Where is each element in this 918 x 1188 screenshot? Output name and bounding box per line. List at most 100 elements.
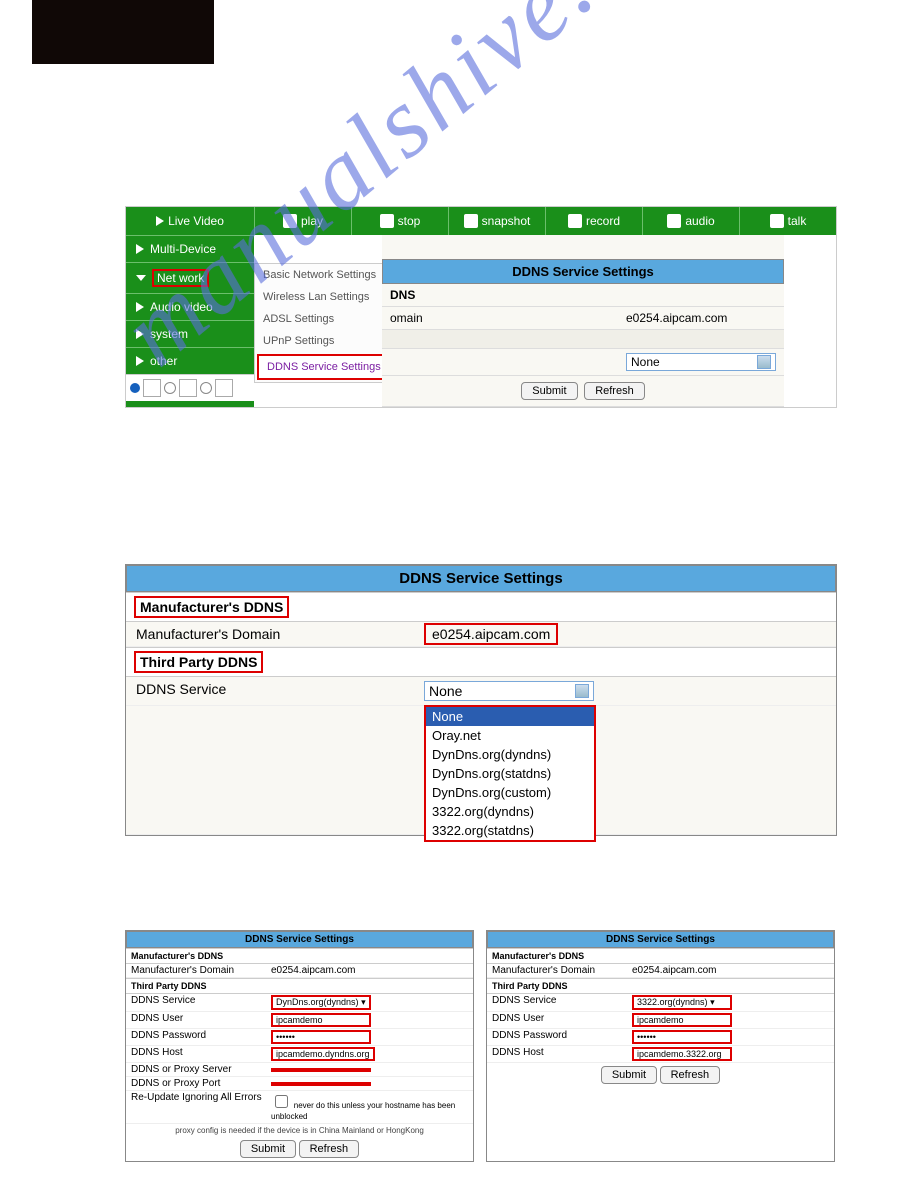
ddns-dyndns-example: DDNS Service Settings Manufacturer's DDN… bbox=[125, 930, 474, 1162]
sidebar-label: other bbox=[150, 354, 177, 368]
sidebar-item-audio-video[interactable]: Audio video bbox=[126, 293, 254, 320]
refresh-button[interactable]: Refresh bbox=[299, 1140, 360, 1158]
manufacturer-domain-value: e0254.aipcam.com bbox=[424, 623, 558, 645]
manufacturer-domain-label: Manufacturer's Domain bbox=[131, 965, 271, 976]
talk-button[interactable]: talk bbox=[740, 207, 836, 235]
sidebar-label: Multi-Device bbox=[150, 242, 216, 256]
sidebar-item-other[interactable]: other bbox=[126, 347, 254, 374]
view-circle-icon[interactable] bbox=[164, 382, 176, 394]
ddns-host-input[interactable]: ipcamdemo.dyndns.org bbox=[271, 1047, 375, 1061]
chevron-down-icon bbox=[757, 355, 771, 369]
sidebar-label: Net work bbox=[152, 269, 209, 287]
domain-label: omain bbox=[382, 307, 618, 329]
play-icon bbox=[156, 216, 164, 226]
proxy-port-input[interactable] bbox=[271, 1082, 371, 1086]
ddns-service-select[interactable]: 3322.org(dyndns) ▾ bbox=[632, 995, 732, 1010]
view-grid2-icon[interactable] bbox=[179, 379, 197, 397]
dropdown-option-dyndns[interactable]: DynDns.org(dyndns) bbox=[426, 745, 594, 764]
view-dot-icon[interactable] bbox=[130, 383, 140, 393]
live-video-label: Live Video bbox=[168, 214, 224, 228]
talk-icon bbox=[770, 214, 784, 228]
ddns-settings-screenshot-2: DDNS Service Settings Manufacturer's DDN… bbox=[125, 564, 837, 836]
proxy-note: proxy config is needed if the device is … bbox=[126, 1124, 473, 1137]
proxy-port-label: DDNS or Proxy Port bbox=[131, 1078, 271, 1089]
ddns-password-input[interactable]: •••••• bbox=[632, 1030, 732, 1044]
submit-button[interactable]: Submit bbox=[521, 382, 577, 400]
record-label: record bbox=[586, 214, 620, 228]
ddns-user-input[interactable]: ipcamdemo bbox=[271, 1013, 371, 1027]
third-party-ddns-header: Third Party DDNS bbox=[126, 978, 473, 994]
panel-title: DDNS Service Settings bbox=[126, 931, 473, 948]
toolbar: Live Video play stop snapshot record aud… bbox=[126, 207, 836, 235]
play-icon bbox=[283, 214, 297, 228]
arrow-icon bbox=[136, 302, 144, 312]
manufacturer-ddns-header: Manufacturer's DDNS bbox=[126, 948, 473, 964]
view-grid3-icon[interactable] bbox=[215, 379, 233, 397]
play-button[interactable]: play bbox=[255, 207, 352, 235]
sidebar: Multi-Device Net work Audio video system… bbox=[126, 235, 254, 407]
dropdown-option-custom[interactable]: DynDns.org(custom) bbox=[426, 783, 594, 802]
ddns-host-input[interactable]: ipcamdemo.3322.org bbox=[632, 1047, 732, 1061]
live-video-button[interactable]: Live Video bbox=[126, 207, 255, 235]
select-value: None bbox=[631, 355, 660, 369]
ddns-service-select[interactable]: None bbox=[424, 681, 594, 701]
submit-button[interactable]: Submit bbox=[601, 1066, 657, 1084]
ddns-service-select[interactable]: None bbox=[626, 353, 776, 371]
dropdown-option-statdns[interactable]: DynDns.org(statdns) bbox=[426, 764, 594, 783]
ddns-user-input[interactable]: ipcamdemo bbox=[632, 1013, 732, 1027]
manufacturer-domain-value: e0254.aipcam.com bbox=[632, 965, 829, 976]
play-label: play bbox=[301, 214, 323, 228]
ddns-password-label: DDNS Password bbox=[492, 1030, 632, 1044]
sidebar-item-multi-device[interactable]: Multi-Device bbox=[126, 235, 254, 262]
dropdown-option-3322-statdns[interactable]: 3322.org(statdns) bbox=[426, 821, 594, 840]
domain-value: e0254.aipcam.com bbox=[618, 307, 784, 329]
ddns-service-label: DDNS Service bbox=[136, 681, 424, 701]
ddns-password-label: DDNS Password bbox=[131, 1030, 271, 1044]
panel-title: DDNS Service Settings bbox=[487, 931, 834, 948]
audio-icon bbox=[667, 214, 681, 228]
ddns-password-input[interactable]: •••••• bbox=[271, 1030, 371, 1044]
record-icon bbox=[568, 214, 582, 228]
talk-label: talk bbox=[788, 214, 807, 228]
chevron-down-icon bbox=[575, 684, 589, 698]
ddns-host-label: DDNS Host bbox=[492, 1047, 632, 1061]
third-party-ddns-header: Third Party DDNS bbox=[126, 647, 836, 677]
submit-button[interactable]: Submit bbox=[240, 1140, 296, 1158]
black-header-box bbox=[32, 0, 214, 64]
panel-title: DDNS Service Settings bbox=[126, 565, 836, 592]
ddns-service-select[interactable]: DynDns.org(dyndns) ▾ bbox=[271, 995, 371, 1010]
arrow-icon bbox=[136, 244, 144, 254]
sidebar-item-system[interactable]: system bbox=[126, 320, 254, 347]
ddns-user-label: DDNS User bbox=[492, 1013, 632, 1027]
dropdown-option-3322-dyndns[interactable]: 3322.org(dyndns) bbox=[426, 802, 594, 821]
manufacturer-ddns-header: Manufacturer's DDNS bbox=[487, 948, 834, 964]
audio-button[interactable]: audio bbox=[643, 207, 740, 235]
ddns-service-label: DDNS Service bbox=[492, 995, 632, 1010]
camera-icon bbox=[464, 214, 478, 228]
ddns-service-label: DDNS Service bbox=[131, 995, 271, 1010]
stop-icon bbox=[380, 214, 394, 228]
stop-button[interactable]: stop bbox=[352, 207, 449, 235]
arrow-icon bbox=[136, 356, 144, 366]
view-circle2-icon[interactable] bbox=[200, 382, 212, 394]
chevron-down-icon: ▾ bbox=[710, 997, 715, 1007]
refresh-button[interactable]: Refresh bbox=[584, 382, 645, 400]
dropdown-option-none[interactable]: None bbox=[426, 707, 594, 726]
reupdate-note: never do this unless your hostname has b… bbox=[271, 1101, 455, 1121]
record-button[interactable]: record bbox=[546, 207, 643, 235]
ddns-host-label: DDNS Host bbox=[131, 1047, 271, 1061]
stop-label: stop bbox=[398, 214, 421, 228]
manufacturer-ddns-header: Manufacturer's DDNS bbox=[126, 592, 836, 622]
manufacturer-domain-label: Manufacturer's Domain bbox=[492, 965, 632, 976]
sidebar-label: system bbox=[150, 327, 188, 341]
proxy-server-input[interactable] bbox=[271, 1068, 371, 1072]
ddns-settings-screenshot-1: Live Video play stop snapshot record aud… bbox=[125, 206, 837, 408]
third-party-ddns-header: Third Party DDNS bbox=[487, 978, 834, 994]
reupdate-checkbox[interactable] bbox=[275, 1095, 288, 1108]
refresh-button[interactable]: Refresh bbox=[660, 1066, 721, 1084]
view-single-icon[interactable] bbox=[143, 379, 161, 397]
reupdate-label: Re-Update Ignoring All Errors bbox=[131, 1092, 271, 1122]
snapshot-button[interactable]: snapshot bbox=[449, 207, 546, 235]
dropdown-option-oray[interactable]: Oray.net bbox=[426, 726, 594, 745]
sidebar-item-network[interactable]: Net work bbox=[126, 262, 254, 293]
